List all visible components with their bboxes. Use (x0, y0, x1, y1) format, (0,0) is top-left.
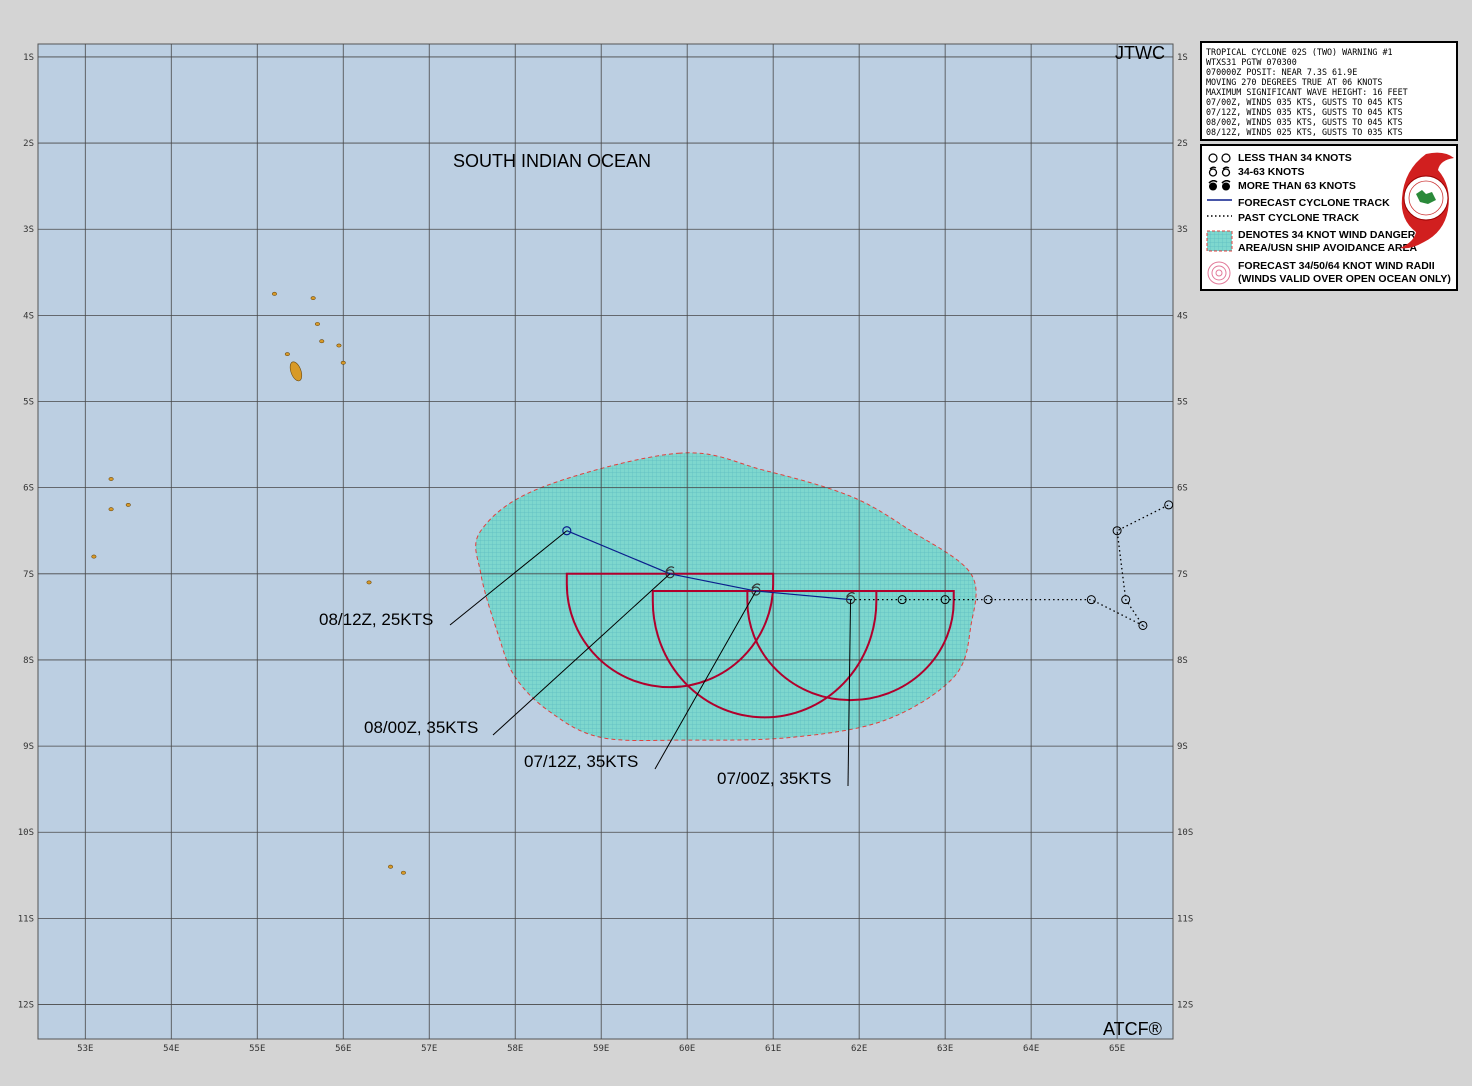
legend-label: FORECAST 34/50/64 KNOT WIND RADII (1238, 260, 1435, 272)
warning-line: 07/00Z, WINDS 035 KTS, GUSTS TO 045 KTS (1206, 97, 1403, 107)
lat-tick-label-left: 12S (18, 1001, 34, 1011)
lon-tick-label: 55E (249, 1044, 265, 1054)
lat-tick-label-right: 4S (1177, 311, 1188, 321)
hollow-circles-icon (1208, 153, 1231, 163)
lat-tick-label-left: 9S (23, 742, 34, 752)
warning-line: 07/12Z, WINDS 035 KTS, GUSTS TO 045 KTS (1206, 107, 1403, 117)
warning-line: 08/00Z, WINDS 035 KTS, GUSTS TO 045 KTS (1206, 117, 1403, 127)
lat-tick-label-right: 3S (1177, 225, 1188, 235)
legend-label: PAST CYCLONE TRACK (1238, 212, 1360, 224)
lat-tick-label-right: 11S (1177, 914, 1193, 924)
lat-tick-label-left: 8S (23, 656, 34, 666)
warning-line: TROPICAL CYCLONE 02S (TWO) WARNING #1 (1206, 47, 1393, 57)
forecast-time-label: 07/00Z, 35KTS (717, 769, 831, 788)
island (91, 554, 97, 559)
island (336, 343, 342, 348)
lon-tick-label: 56E (335, 1044, 351, 1054)
lat-tick-label-left: 3S (23, 225, 34, 235)
lat-tick-label-left: 4S (23, 311, 34, 321)
lat-tick-label-right: 7S (1177, 570, 1188, 580)
basin-label: SOUTH INDIAN OCEAN (453, 151, 651, 171)
lat-tick-label-right: 9S (1177, 742, 1188, 752)
lon-tick-label: 54E (163, 1044, 179, 1054)
legend-label: (WINDS VALID OVER OPEN OCEAN ONLY) (1238, 273, 1451, 285)
lat-tick-label-right: 5S (1177, 398, 1188, 408)
legend-label: 34-63 KNOTS (1238, 166, 1305, 178)
lon-tick-label: 63E (937, 1044, 953, 1054)
island (314, 322, 320, 326)
island (400, 870, 406, 875)
forecast-time-label: 07/12Z, 35KTS (524, 752, 638, 771)
wind-radii-icon (1207, 261, 1231, 285)
lon-tick-label: 53E (77, 1044, 93, 1054)
warning-text-box: TROPICAL CYCLONE 02S (TWO) WARNING #1 WT… (1200, 41, 1458, 141)
agency-label: JTWC (1115, 43, 1165, 63)
warning-line: 070000Z POSIT: NEAR 7.3S 61.9E (1206, 67, 1358, 77)
lat-tick-label-left: 2S (23, 139, 34, 149)
island (271, 291, 277, 296)
legend-box: LESS THAN 34 KNOTS 34-63 KNOTS MORE THAN… (1200, 144, 1458, 291)
island (108, 507, 114, 512)
island (319, 339, 325, 344)
lon-tick-label: 64E (1023, 1044, 1039, 1054)
lat-tick-label-right: 10S (1177, 828, 1193, 838)
legend-label: AREA/USN SHIP AVOIDANCE AREA (1238, 242, 1418, 254)
island (366, 580, 372, 585)
warning-line: 08/12Z, WINDS 025 KTS, GUSTS TO 035 KTS (1206, 127, 1403, 137)
hatched-area-icon (1206, 230, 1233, 252)
lat-tick-label-left: 7S (23, 570, 34, 580)
jtwc-seal-icon (1400, 152, 1454, 249)
island (388, 864, 394, 869)
lat-tick-label-right: 2S (1177, 139, 1188, 149)
filled-storm-symbol-icon (1208, 180, 1231, 191)
lon-tick-label: 60E (679, 1044, 695, 1054)
lat-tick-label-left: 11S (18, 914, 34, 924)
solid-blue-line-icon (1207, 199, 1232, 201)
lat-tick-label-right: 12S (1177, 1001, 1193, 1011)
lon-tick-label: 58E (507, 1044, 523, 1054)
lat-tick-label-right: 6S (1177, 484, 1188, 494)
island (284, 352, 290, 357)
forecast-time-label: 08/00Z, 35KTS (364, 718, 478, 737)
lon-tick-label: 62E (851, 1044, 867, 1054)
island (125, 502, 131, 507)
legend-label: MORE THAN 63 KNOTS (1238, 180, 1356, 192)
legend-label: LESS THAN 34 KNOTS (1238, 152, 1352, 164)
warning-line: MOVING 270 DEGREES TRUE AT 06 KNOTS (1206, 77, 1383, 87)
legend-label: FORECAST CYCLONE TRACK (1238, 197, 1390, 209)
dotted-line-icon (1207, 215, 1232, 217)
lat-tick-label-left: 5S (23, 398, 34, 408)
island (108, 477, 114, 481)
storm-symbol-icon (1208, 166, 1231, 177)
lon-tick-label: 59E (593, 1044, 609, 1054)
atcf-label: ATCF® (1103, 1019, 1162, 1039)
lon-tick-label: 61E (765, 1044, 781, 1054)
warning-line: MAXIMUM SIGNIFICANT WAVE HEIGHT: 16 FEET (1206, 87, 1408, 97)
lat-tick-label-left: 6S (23, 484, 34, 494)
lat-tick-label-right: 1S (1177, 53, 1188, 63)
forecast-time-label: 08/12Z, 25KTS (319, 610, 433, 629)
lat-tick-label-right: 8S (1177, 656, 1188, 666)
island (310, 296, 316, 301)
warning-line: WTXS31 PGTW 070300 (1206, 57, 1297, 67)
legend-label: DENOTES 34 KNOT WIND DANGER (1238, 229, 1416, 241)
lat-tick-label-left: 1S (23, 53, 34, 63)
lon-tick-label: 57E (421, 1044, 437, 1054)
lat-tick-label-left: 10S (18, 828, 34, 838)
lon-tick-label: 65E (1109, 1044, 1125, 1054)
island (340, 360, 346, 365)
